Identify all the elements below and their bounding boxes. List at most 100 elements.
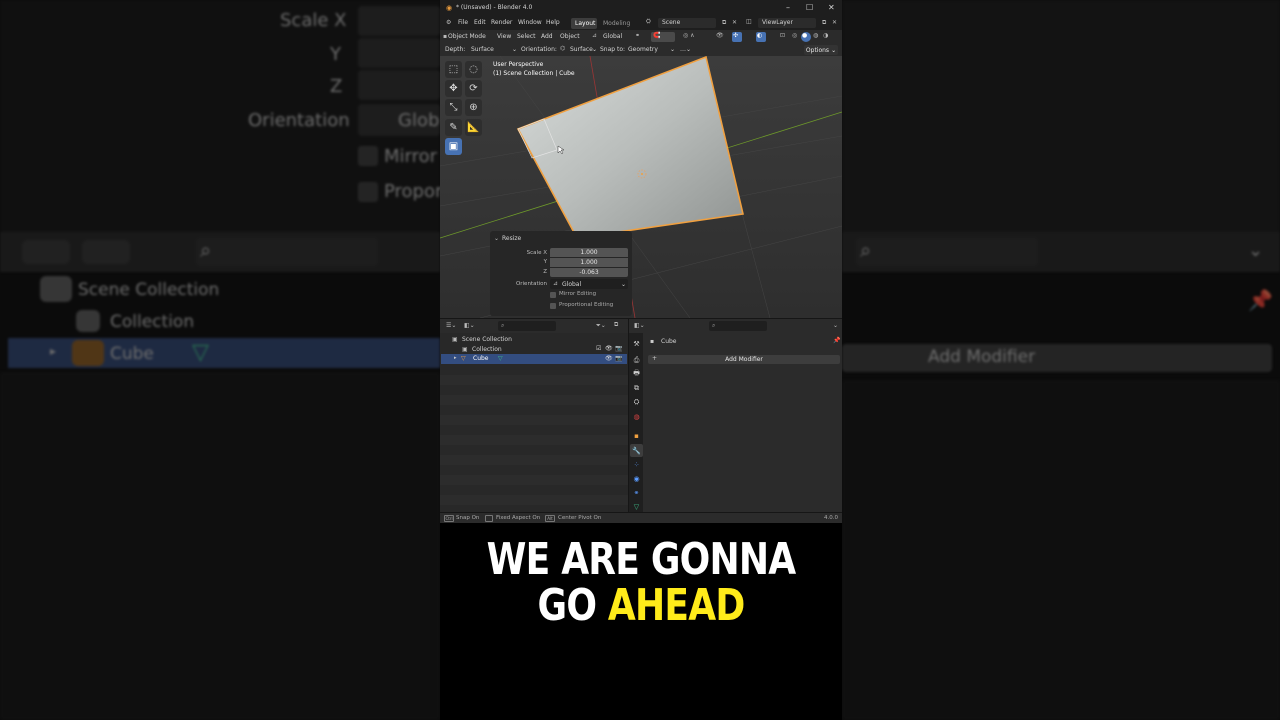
properties-editor-type-icon[interactable]: ◧⌄ (634, 323, 645, 329)
menu-object[interactable]: Object (560, 34, 580, 40)
resize-panel-title[interactable]: Resize (502, 236, 521, 242)
transform-tool-icon[interactable]: ⊕ (465, 99, 482, 116)
caption-highlight: AHEAD (607, 580, 745, 631)
add-modifier-label: Add Modifier (725, 356, 763, 363)
menu-edit[interactable]: Edit (474, 20, 486, 26)
cube-visibility-icon[interactable]: 👁 (605, 356, 613, 362)
properties-search-input[interactable] (709, 321, 767, 331)
new-scene-icon[interactable]: ⧉ (722, 20, 726, 26)
caption-line-2: GO AHEAD (476, 582, 806, 630)
gizmo-icon[interactable]: ✣ (733, 33, 738, 39)
material-shading-icon[interactable]: ◍ (813, 33, 818, 39)
minimize-icon[interactable]: – (786, 4, 790, 12)
outliner-cube[interactable]: Cube (473, 356, 489, 362)
wireframe-shading-icon[interactable]: ◎ (792, 33, 797, 39)
move-tool-icon[interactable]: ✥ (445, 80, 462, 97)
physics-properties-icon[interactable]: ◉ (632, 474, 641, 483)
measure-tool-icon[interactable]: 📐 (465, 119, 482, 136)
alt-key-icon: Alt (545, 515, 555, 522)
display-mode-icon[interactable]: ◧⌄ (464, 323, 475, 329)
scale-z-label: Z (543, 269, 547, 275)
tool-properties-icon[interactable]: ⚒ (632, 339, 641, 348)
outliner-panel: ☰⌄ ◧⌄ ⌕ ⏷⌄ ⧉ ▣ Scene Collection ▣ Collec… (440, 318, 628, 513)
object-properties-icon[interactable]: ▪ (632, 431, 641, 440)
snap-icon[interactable]: 🧲 (653, 33, 660, 39)
mirror-editing-checkbox[interactable] (550, 292, 556, 298)
maximize-icon[interactable]: ☐ (806, 4, 813, 12)
mode-dropdown[interactable]: Object Mode (448, 34, 486, 40)
proportional-editing-checkbox[interactable] (550, 303, 556, 309)
delete-scene-icon[interactable]: ✕ (732, 20, 737, 26)
scale-y-field[interactable]: 1.000 (550, 258, 628, 267)
scene-properties-icon[interactable]: ⛭ (632, 398, 641, 407)
bg-orientation-label: Orientation (248, 110, 350, 131)
menu-select[interactable]: Select (517, 34, 536, 40)
version-label: 4.0.0 (824, 515, 838, 521)
outliner-row-cube[interactable] (441, 354, 627, 364)
tab-modeling[interactable]: Modeling (603, 21, 630, 27)
menu-help[interactable]: Help (546, 20, 560, 26)
rotate-tool-icon[interactable]: ⟳ (465, 80, 482, 97)
add-modifier-button[interactable]: Add Modifier (648, 355, 840, 364)
menu-file[interactable]: File (458, 20, 468, 26)
outliner-scene-collection[interactable]: Scene Collection (462, 337, 512, 343)
scene-name-field[interactable]: Scene (662, 20, 680, 26)
editor-type-icon[interactable]: ☰⌄ (446, 323, 456, 329)
constraint-properties-icon[interactable]: ⚭ (632, 488, 641, 497)
overlays-icon[interactable]: ◐ (757, 33, 762, 39)
snap-to-dropdown[interactable]: Geometry (628, 47, 658, 53)
viewport-3d[interactable]: User Perspective (1) Scene Collection | … (440, 56, 842, 318)
render-properties-icon[interactable]: ⎙ (632, 356, 641, 365)
bg-mirror-label: Mirror (384, 146, 438, 167)
scale-z-field[interactable]: -0.063 (550, 268, 628, 277)
visibility-icon[interactable]: 👁 (716, 33, 724, 39)
expand-arrow-icon[interactable]: ▸ (454, 356, 457, 361)
transform-orientation-dropdown[interactable]: Global (603, 34, 622, 40)
collection-checkbox-icon[interactable]: ☑ (596, 346, 601, 352)
cursor-tool-icon[interactable]: ◌ (465, 61, 482, 78)
pin-icon[interactable]: 📌 (833, 338, 840, 344)
collection-render-icon[interactable]: 📷 (615, 346, 622, 352)
add-cube-tool-icon[interactable]: ▣ (445, 138, 462, 155)
pivot-icon[interactable]: ⚭ (635, 33, 640, 39)
mesh-object-icon: ▽ (461, 355, 466, 362)
world-properties-icon[interactable]: ◍ (632, 412, 641, 421)
collection-visibility-icon[interactable]: 👁 (605, 346, 613, 352)
orientation-dropdown[interactable]: Surface (570, 47, 593, 53)
delete-view-layer-icon[interactable]: ✕ (832, 20, 837, 26)
modifier-properties-icon[interactable]: 🔧 (632, 446, 641, 455)
blender-menu-icon[interactable]: ⚙ (446, 20, 451, 26)
solid-shading-icon[interactable]: ● (802, 33, 807, 39)
menu-add[interactable]: Add (541, 34, 553, 40)
particle-properties-icon[interactable]: ⁘ (632, 460, 641, 469)
annotate-tool-icon[interactable]: ✎ (445, 119, 462, 136)
options-button[interactable]: Options ⌄ (804, 45, 838, 55)
depth-dropdown[interactable]: Surface (471, 47, 494, 53)
outliner-search-input[interactable] (498, 321, 556, 331)
search-icon: ⌕ (501, 322, 505, 329)
proportional-icon[interactable]: ◎ ∧ (683, 33, 695, 39)
xray-icon[interactable]: ⊡ (780, 33, 785, 39)
select-box-tool-icon[interactable]: ⬚ (445, 61, 462, 78)
new-collection-icon[interactable]: ⧉ (614, 322, 618, 328)
more-icon[interactable]: …⌄ (680, 47, 691, 53)
filter-icon[interactable]: ⏷⌄ (596, 323, 606, 329)
outliner-collection[interactable]: Collection (472, 347, 502, 353)
view-layer-field[interactable]: ViewLayer (762, 20, 793, 26)
scale-x-field[interactable]: 1.000 (550, 248, 628, 257)
data-properties-icon[interactable]: ▽ (632, 502, 641, 511)
menu-window[interactable]: Window (518, 20, 542, 26)
menu-render[interactable]: Render (491, 20, 512, 26)
menu-view[interactable]: View (497, 34, 511, 40)
output-properties-icon[interactable]: 🖶 (632, 369, 641, 379)
scale-tool-icon[interactable]: ⤡ (445, 99, 462, 116)
rendered-shading-icon[interactable]: ◑ (823, 33, 828, 39)
tab-layout[interactable]: Layout (575, 21, 595, 27)
cube-render-icon[interactable]: 📷 (615, 356, 622, 362)
properties-options-chevron-icon[interactable]: ⌄ (833, 323, 838, 329)
new-view-layer-icon[interactable]: ⧉ (822, 20, 826, 26)
orientation-icon: ⊿ (592, 32, 598, 39)
view-layer-properties-icon[interactable]: ⧉ (632, 384, 641, 393)
close-icon[interactable]: ✕ (828, 4, 835, 12)
resize-collapse-icon[interactable]: ⌄ (494, 236, 499, 242)
